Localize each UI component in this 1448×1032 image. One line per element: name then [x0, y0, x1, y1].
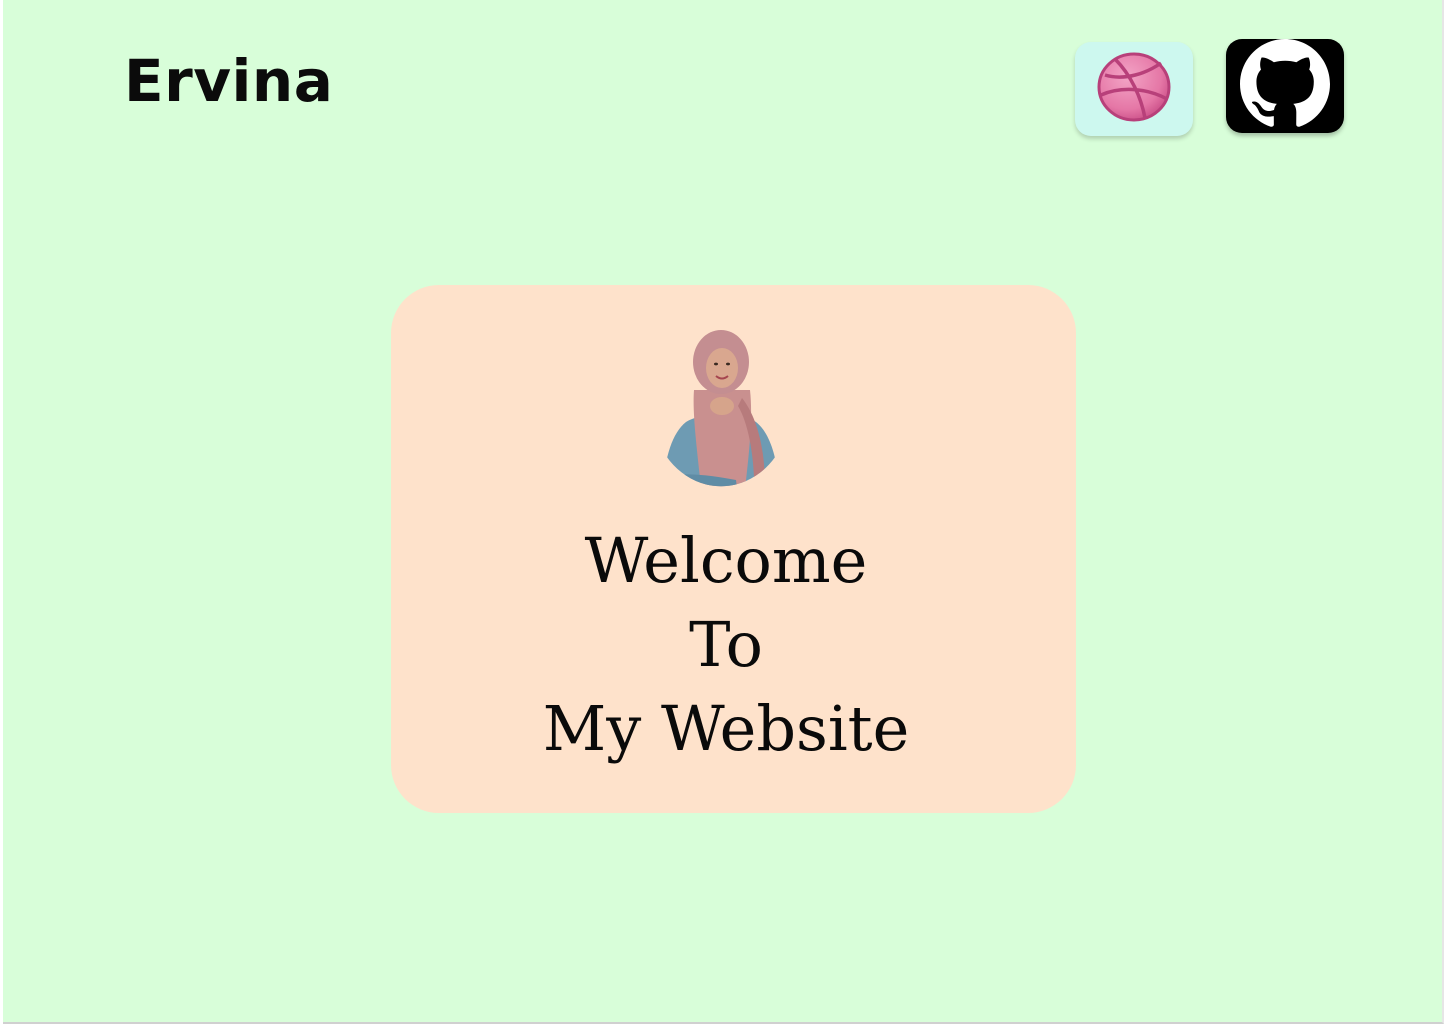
welcome-heading: Welcome To My Website — [391, 519, 1061, 771]
page: Ervina Welcome To My Website — [3, 0, 1444, 1024]
dribbble-link[interactable] — [1075, 42, 1193, 136]
welcome-card: Welcome To My Website — [391, 285, 1076, 813]
github-icon — [1240, 38, 1330, 134]
github-link[interactable] — [1226, 38, 1344, 134]
avatar — [646, 326, 796, 516]
dribbble-icon — [1095, 51, 1173, 128]
brand-name: Ervina — [124, 47, 334, 115]
welcome-line-1: Welcome — [584, 524, 868, 597]
welcome-line-2: To — [689, 608, 763, 681]
welcome-line-3: My Website — [542, 692, 910, 765]
